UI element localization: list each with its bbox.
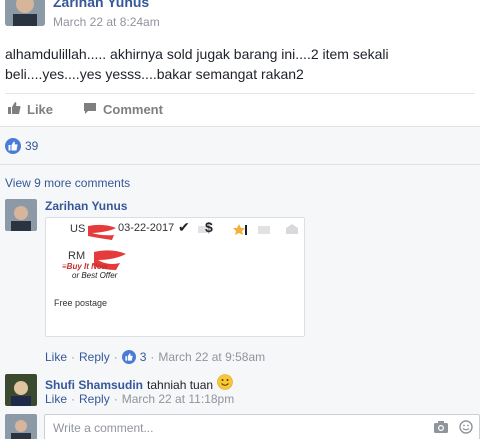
listing-us-price: US (70, 223, 85, 235)
comment-attachment-image[interactable]: US 03-22-2017 ✔ $ RM ≡Buy It Now or Best… (45, 217, 305, 337)
comment-author[interactable]: Zarihan Yunus (45, 199, 127, 213)
comment-label: Comment (103, 102, 163, 117)
comment-reply-link[interactable]: Reply (79, 350, 110, 364)
comment-reaction-count[interactable]: 3 (140, 350, 147, 364)
listing-date: 03-22-2017 (118, 222, 175, 234)
like-label: Like (27, 102, 54, 117)
comment-avatar[interactable] (5, 374, 37, 406)
comment-actions: Like · Reply · March 22 at 11:18pm (45, 392, 235, 406)
divider (5, 93, 475, 94)
speech-bubble-icon (83, 101, 97, 118)
camera-icon[interactable] (433, 420, 449, 437)
comment-text: tahniah tuan (147, 377, 214, 392)
check-icon: ✔ (178, 219, 190, 235)
divider (0, 164, 480, 165)
listing-postage: Free postage (54, 298, 108, 308)
post-card: Zarihan Yunus March 22 at 8:24am alhamdu… (0, 0, 480, 126)
thumbs-up-icon (7, 101, 21, 118)
comment-avatar[interactable] (5, 199, 37, 231)
comment-like-link[interactable]: Like (45, 392, 67, 406)
author-avatar[interactable] (5, 0, 45, 26)
comment-timestamp[interactable]: March 22 at 11:18pm (122, 392, 235, 406)
dollar-icon: $ (205, 219, 213, 235)
emoji-icon[interactable] (459, 420, 473, 437)
comment-input[interactable]: Write a comment... (44, 414, 480, 439)
comment-actions: Like · Reply · 3 · March 22 at 9:58am (45, 350, 266, 364)
listing-rm-price: RM (68, 250, 86, 262)
comments-section: 39 View 9 more comments Zarihan Yunus US… (0, 126, 480, 439)
current-user-avatar (5, 414, 37, 439)
comment-button[interactable]: Comment (83, 101, 163, 118)
buy-it-now-logo: ≡Buy It Now or Best Offer (62, 262, 118, 280)
comment-like-link[interactable]: Like (45, 350, 67, 364)
listing-us-prefix: US (70, 223, 86, 235)
like-reaction-icon (121, 350, 136, 364)
comment-author[interactable]: Shufi Shamsudin (45, 378, 143, 392)
view-more-comments-link[interactable]: View 9 more comments (5, 176, 130, 190)
comment-input-placeholder: Write a comment... (53, 421, 154, 435)
post-text: alhamdulillah..... akhirnya sold jugak b… (5, 46, 389, 82)
comment-timestamp[interactable]: March 22 at 9:58am (158, 350, 265, 364)
reaction-count: 39 (25, 139, 39, 153)
like-button[interactable]: Like (7, 101, 53, 118)
like-reaction-icon (5, 138, 21, 154)
comment-reply-link[interactable]: Reply (79, 392, 110, 406)
reactions-summary[interactable]: 39 (5, 138, 38, 154)
post-timestamp[interactable]: March 22 at 8:24am (53, 15, 160, 29)
post-author[interactable]: Zarihan Yunus (53, 0, 149, 10)
